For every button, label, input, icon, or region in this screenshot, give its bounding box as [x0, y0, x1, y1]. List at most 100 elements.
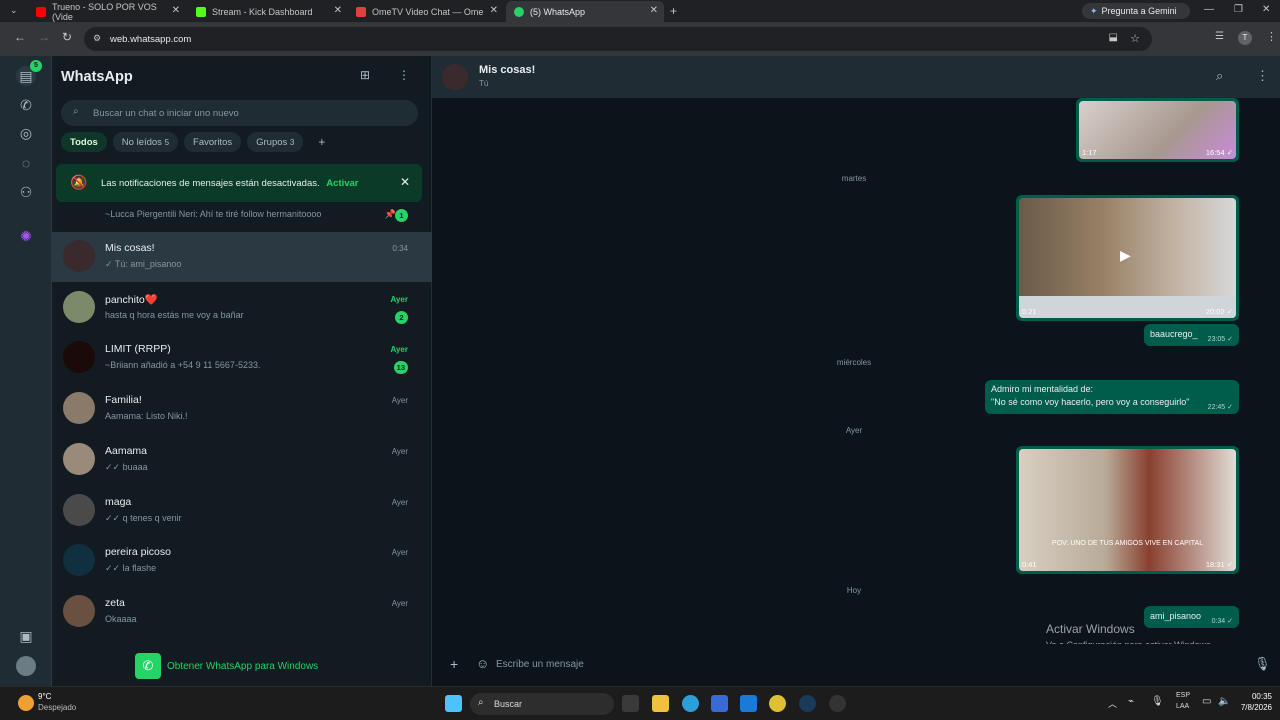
- filter-grupos[interactable]: Grupos 3: [247, 132, 304, 152]
- taskbar: 9°C Despejado ⌕ Buscar ︿ ⌁ 🎙 ESP LAA ▭ 🔈…: [0, 686, 1280, 720]
- chrome-icon[interactable]: [769, 695, 786, 712]
- url-bar[interactable]: ⚙ web.whatsapp.com ⬓ ☆: [84, 27, 1152, 51]
- menu-dots-icon[interactable]: ⋮: [1256, 68, 1269, 84]
- bookmark-star-icon[interactable]: ☆: [1130, 32, 1140, 45]
- chat-row[interactable]: panchito❤️ hasta q hora estás me voy a ba…: [52, 283, 432, 333]
- tab-list-chevron-icon[interactable]: ⌄: [10, 5, 18, 16]
- meta-ai-icon[interactable]: ✺: [16, 226, 36, 246]
- tray-mic-icon[interactable]: 🎙: [1151, 696, 1164, 707]
- browser-menu-icon[interactable]: ⋮: [1266, 30, 1277, 43]
- filter-add-icon[interactable]: +: [309, 132, 334, 152]
- back-arrow-icon[interactable]: ←: [14, 30, 26, 44]
- profile-avatar[interactable]: T: [1238, 31, 1252, 45]
- video-message[interactable]: 1:17 16:54 ✓: [1076, 98, 1239, 162]
- video-message[interactable]: POV: UNO DE TUS AMIGOS VIVE EN CAPITAL 0…: [1016, 446, 1239, 574]
- status-icon[interactable]: ◎: [16, 123, 36, 143]
- chat-row[interactable]: LIMIT (RRPP) ~Briiann añadió a +54 9 11 5…: [52, 333, 432, 383]
- tray-chevron-icon[interactable]: ︿: [1108, 697, 1117, 710]
- calls-icon[interactable]: ✆: [16, 95, 36, 115]
- chat-row[interactable]: pereira picoso ✓✓ la flashe Ayer: [52, 536, 432, 586]
- menu-dots-icon[interactable]: ⋮: [398, 68, 410, 82]
- store-icon[interactable]: [711, 695, 728, 712]
- play-icon[interactable]: ▶: [1120, 247, 1131, 264]
- chat-last-message: ~Briiann añadió a +54 9 11 5667-5233.: [105, 360, 261, 371]
- chat-title: Mis cosas!: [479, 64, 536, 76]
- search-icon[interactable]: ⌕: [1216, 68, 1223, 84]
- filter-favoritos[interactable]: Favoritos: [184, 132, 242, 152]
- profile-avatar[interactable]: [16, 656, 36, 676]
- chat-row[interactable]: Aamama ✓✓ buaaa Ayer: [52, 435, 432, 485]
- microphone-icon[interactable]: 🎙: [1254, 656, 1271, 672]
- file-explorer-icon[interactable]: [652, 695, 669, 712]
- maximize-icon[interactable]: ❐: [1234, 4, 1243, 15]
- filter-todos[interactable]: Todos: [61, 132, 107, 152]
- chat-row[interactable]: Familia! Aamama: Listo Niki.! Ayer: [52, 384, 432, 434]
- chat-time: Ayer: [390, 294, 409, 304]
- close-icon[interactable]: ✕: [650, 5, 658, 16]
- chat-avatar: [63, 240, 95, 272]
- network-icon[interactable]: ▭: [1202, 696, 1211, 707]
- clock-time[interactable]: 00:35: [1236, 692, 1272, 701]
- outlook-icon[interactable]: [740, 695, 757, 712]
- chat-row-partial[interactable]: ~Lucca Piergentili Neri: Ahí te tiré fol…: [52, 204, 432, 224]
- edge-icon[interactable]: [682, 695, 699, 712]
- close-banner-icon[interactable]: ✕: [400, 175, 410, 189]
- tab-kick[interactable]: Stream - Kick Dashboard ✕: [188, 1, 348, 22]
- chat-name: pereira picoso: [105, 546, 171, 559]
- conversation-header[interactable]: Mis cosas! Tú ⌕ ⋮: [432, 56, 1280, 98]
- weather-icon[interactable]: [18, 695, 34, 711]
- chip-label: Todos: [70, 136, 98, 148]
- close-icon[interactable]: ✕: [334, 5, 342, 16]
- chat-name: zeta: [105, 596, 125, 609]
- tab-whatsapp[interactable]: (5) WhatsApp ✕: [506, 1, 664, 22]
- activate-link[interactable]: Activar: [326, 178, 358, 189]
- window-close-icon[interactable]: ✕: [1262, 4, 1270, 15]
- sticker-icon[interactable]: ☺: [476, 656, 489, 671]
- tab-title: OmeTV Video Chat — Ome: [372, 6, 484, 17]
- windows-start-icon[interactable]: [445, 695, 462, 712]
- tab-youtube[interactable]: Trueno - SOLO POR VOS (Vide ✕: [28, 1, 186, 22]
- close-icon[interactable]: ✕: [172, 5, 180, 16]
- tab-ometv[interactable]: OmeTV Video Chat — Ome ✕: [348, 1, 504, 22]
- video-message[interactable]: ▶ 0:21 20:02 ✓: [1016, 195, 1239, 321]
- app-icon[interactable]: [829, 695, 846, 712]
- new-tab-plus-icon[interactable]: +: [670, 4, 677, 18]
- media-gallery-icon[interactable]: ▣: [16, 626, 36, 646]
- chat-avatar: [63, 594, 95, 627]
- reading-list-icon[interactable]: ☰: [1215, 31, 1224, 42]
- search-input[interactable]: ⌕ Buscar un chat o iniciar uno nuevo: [61, 100, 418, 126]
- volume-icon[interactable]: 🔈: [1218, 696, 1230, 707]
- text-message[interactable]: ami_pisanoo 0:34 ✓: [1144, 606, 1239, 628]
- search-icon: ⌕: [478, 697, 484, 708]
- gemini-button[interactable]: ✦ Pregunta a Gemini: [1082, 3, 1190, 19]
- chat-row[interactable]: maga ✓✓ q tenes q venir Ayer: [52, 486, 432, 536]
- attach-plus-icon[interactable]: +: [450, 656, 458, 672]
- site-info-icon[interactable]: ⚙: [93, 33, 101, 44]
- unread-badge: 5: [30, 60, 42, 72]
- text-message[interactable]: Admiro mi mentalidad de: "No sé como voy…: [985, 380, 1239, 414]
- reload-icon[interactable]: ↻: [62, 30, 72, 44]
- communities-icon[interactable]: ⚇: [16, 182, 36, 202]
- install-app-icon[interactable]: ⬓: [1109, 32, 1118, 43]
- channels-icon[interactable]: ◌: [16, 153, 36, 173]
- task-view-icon[interactable]: [622, 695, 639, 712]
- message-input[interactable]: Escribe un mensaje: [496, 650, 1236, 678]
- chat-last-message: hasta q hora estás me voy a bañar: [105, 309, 244, 320]
- get-windows-app-link[interactable]: ✆ Obtener WhatsApp para Windows: [135, 653, 318, 679]
- new-chat-icon[interactable]: ⊞: [360, 68, 370, 82]
- text-message[interactable]: baaucrego_ 23:05 ✓: [1144, 324, 1239, 346]
- keyboard-language[interactable]: ESP: [1176, 692, 1190, 699]
- chat-row[interactable]: zeta Okaaaa Ayer: [52, 587, 432, 637]
- message-text: ami_pisanoo: [1150, 611, 1202, 621]
- minimize-icon[interactable]: —: [1204, 4, 1214, 15]
- close-icon[interactable]: ✕: [490, 5, 498, 16]
- chat-row[interactable]: Mis cosas! ✓ Tú: ami_pisanoo 0:34: [52, 232, 432, 282]
- chat-avatar[interactable]: [442, 64, 468, 90]
- get-app-label: Obtener WhatsApp para Windows: [167, 660, 319, 672]
- forward-arrow-icon[interactable]: →: [38, 30, 50, 44]
- steam-icon[interactable]: [799, 695, 816, 712]
- tray-app-icon[interactable]: ⌁: [1128, 696, 1134, 707]
- app-title: WhatsApp: [61, 69, 133, 85]
- filter-no-leidos[interactable]: No leídos 5: [112, 132, 179, 152]
- taskbar-search[interactable]: ⌕ Buscar: [470, 693, 614, 715]
